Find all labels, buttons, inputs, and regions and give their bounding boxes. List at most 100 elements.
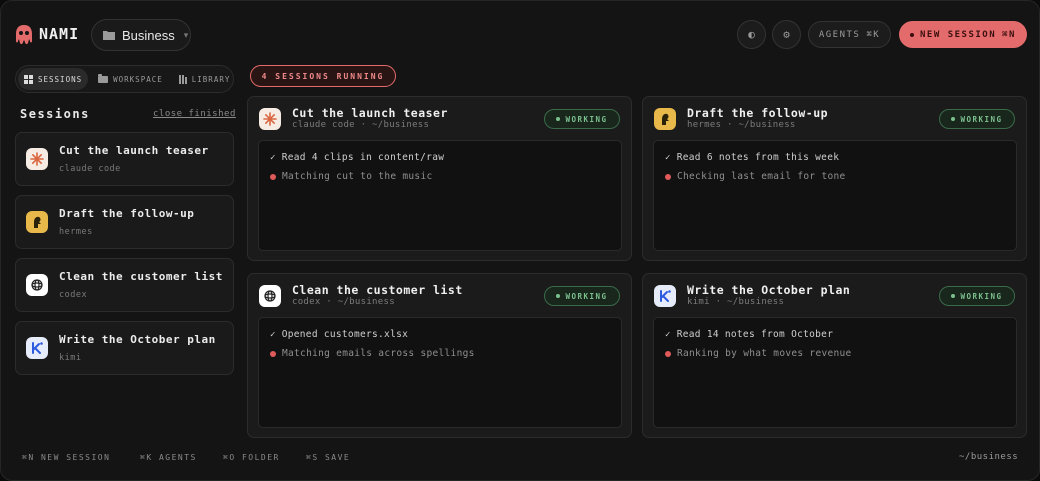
- sidebar-item-session[interactable]: Cut the launch teaser claude code: [15, 132, 234, 186]
- status-dot-icon: [556, 294, 561, 298]
- check-icon: ✓: [665, 152, 671, 163]
- card-title: Draft the follow-up: [687, 106, 829, 120]
- card-subtitle: codex · ~/business: [292, 297, 395, 307]
- sessions-running-badge: 4 SESSIONS RUNNING: [250, 65, 396, 87]
- shortcut-new-session: ⌘N NEW SESSION: [22, 453, 111, 462]
- card-subtitle: kimi · ~/business: [687, 297, 785, 307]
- log-done: ✓ Read 6 notes from this week: [665, 152, 839, 163]
- check-icon: ✓: [665, 329, 671, 340]
- status-label: WORKING: [960, 114, 1003, 124]
- log-text: Read 14 notes from October: [676, 329, 834, 340]
- claude-icon: [259, 108, 281, 130]
- settings-button[interactable]: ⚙: [772, 20, 801, 49]
- settings-icon: ⚙: [783, 28, 790, 41]
- card-title: Write the October plan: [687, 283, 851, 297]
- log-text: Matching cut to the music: [282, 171, 433, 182]
- status-label: WORKING: [565, 291, 608, 301]
- openai-icon: [26, 274, 48, 296]
- log-current: Checking last email for tone: [665, 171, 846, 182]
- log-text: Read 6 notes from this week: [676, 152, 840, 163]
- log-text: Ranking by what moves revenue: [677, 348, 852, 359]
- tab-workspace[interactable]: WORKSPACE: [92, 68, 169, 90]
- log-current: Matching emails across spellings: [270, 348, 475, 359]
- log-done: ✓ Read 4 clips in content/raw: [270, 152, 444, 163]
- card-subtitle: hermes · ~/business: [687, 120, 796, 130]
- claude-icon: [26, 148, 48, 170]
- agents-button[interactable]: AGENTS ⌘K: [808, 21, 891, 48]
- new-session-shortcut: ⌘N: [1002, 29, 1016, 40]
- shortcut-save: ⌘S SAVE: [306, 453, 351, 462]
- kimi-icon: [26, 337, 48, 359]
- app-window: NAMI Business ▾ ◐ ⚙ AGENTS ⌘K NEW SESSIO…: [0, 0, 1040, 481]
- agents-shortcut: ⌘K: [866, 29, 881, 40]
- hermes-icon: [654, 108, 676, 130]
- library-icon: [178, 74, 187, 84]
- session-title: Clean the customer list: [59, 270, 223, 283]
- tab-sessions[interactable]: SESSIONS: [18, 68, 89, 90]
- log-text: Opened customers.xlsx: [281, 329, 409, 340]
- new-session-label: NEW SESSION: [920, 29, 997, 40]
- tab-label: WORKSPACE: [113, 74, 163, 84]
- log-current: Matching cut to the music: [270, 171, 433, 182]
- app-name: NAMI: [39, 25, 80, 43]
- session-card[interactable]: Clean the customer list codex · ~/busine…: [247, 273, 632, 438]
- session-agent: hermes: [59, 227, 93, 237]
- tab-library[interactable]: LIBRARY: [173, 68, 237, 90]
- folder-icon: [103, 31, 115, 40]
- session-card[interactable]: Draft the follow-up hermes · ~/business …: [642, 96, 1027, 261]
- session-agent: claude code: [59, 164, 121, 174]
- session-card[interactable]: Write the October plan kimi · ~/business…: [642, 273, 1027, 438]
- card-title: Clean the customer list: [292, 283, 463, 297]
- session-agent: kimi: [59, 353, 82, 363]
- log-done: ✓ Opened customers.xlsx: [270, 329, 408, 340]
- sidebar-item-session[interactable]: Draft the follow-up hermes: [15, 195, 234, 249]
- plus-dot-icon: [910, 32, 915, 37]
- log-done: ✓ Read 14 notes from October: [665, 329, 833, 340]
- session-title: Cut the launch teaser: [59, 144, 209, 157]
- status-label: WORKING: [960, 291, 1003, 301]
- active-dot-icon: [270, 173, 276, 180]
- active-dot-icon: [665, 173, 671, 180]
- sidebar-title: Sessions: [20, 107, 90, 121]
- activity-log: ✓ Read 4 clips in content/raw Matching cu…: [258, 140, 622, 251]
- active-dot-icon: [270, 350, 276, 357]
- card-subtitle: claude code · ~/business: [292, 120, 430, 130]
- activity-log: ✓ Read 6 notes from this week Checking la…: [653, 140, 1017, 251]
- openai-icon: [259, 285, 281, 307]
- tab-label: SESSIONS: [38, 74, 83, 84]
- grid-icon: [24, 74, 33, 84]
- log-current: Ranking by what moves revenue: [665, 348, 852, 359]
- activity-log: ✓ Read 14 notes from October Ranking by w…: [653, 317, 1017, 428]
- contrast-icon: ◐: [748, 28, 755, 41]
- shortcut-agents: ⌘K AGENTS: [140, 453, 197, 462]
- folder-icon: [98, 73, 109, 83]
- view-tabs: SESSIONS WORKSPACE LIBRARY: [15, 65, 234, 93]
- status-badge: WORKING: [544, 109, 620, 129]
- status-dot-icon: [556, 117, 561, 121]
- kimi-icon: [654, 285, 676, 307]
- sidebar-item-session[interactable]: Clean the customer list codex: [15, 258, 234, 312]
- project-name: Business: [122, 27, 175, 43]
- status-badge: WORKING: [939, 286, 1015, 306]
- check-icon: ✓: [270, 152, 276, 163]
- status-dot-icon: [951, 117, 956, 121]
- check-icon: ✓: [270, 329, 276, 340]
- status-badge: WORKING: [939, 109, 1015, 129]
- close-finished-link[interactable]: close finished: [153, 109, 236, 119]
- project-selector[interactable]: Business ▾: [91, 19, 191, 51]
- log-text: Read 4 clips in content/raw: [281, 152, 445, 163]
- log-text: Checking last email for tone: [677, 171, 846, 182]
- current-path: ~/business: [959, 452, 1019, 462]
- status-badge: WORKING: [544, 286, 620, 306]
- session-agent: codex: [59, 290, 88, 300]
- shortcut-folder: ⌘O FOLDER: [223, 453, 280, 462]
- session-title: Write the October plan: [59, 333, 216, 346]
- agents-label: AGENTS: [818, 29, 861, 40]
- sidebar-item-session[interactable]: Write the October plan kimi: [15, 321, 234, 375]
- new-session-button[interactable]: NEW SESSION ⌘N: [899, 21, 1027, 48]
- status-label: WORKING: [565, 114, 608, 124]
- status-dot-icon: [951, 294, 956, 298]
- session-card[interactable]: Cut the launch teaser claude code · ~/bu…: [247, 96, 632, 261]
- hermes-icon: [26, 211, 48, 233]
- theme-toggle-button[interactable]: ◐: [737, 20, 766, 49]
